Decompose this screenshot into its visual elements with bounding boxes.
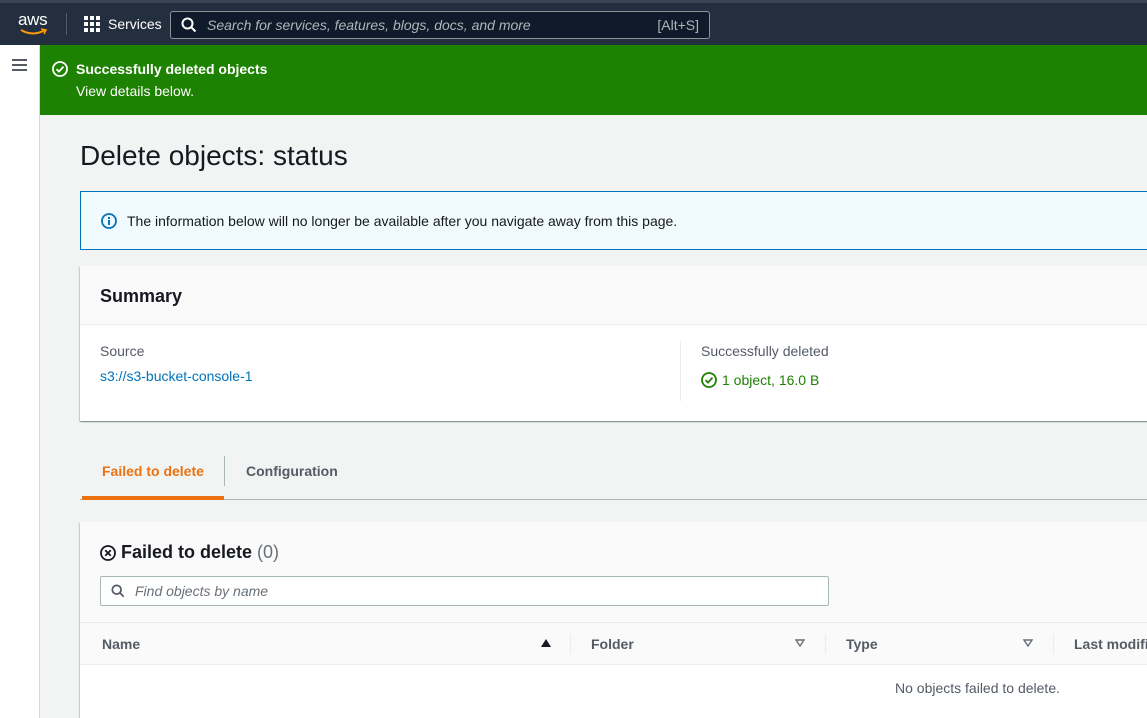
column-divider	[680, 341, 681, 401]
search-icon	[111, 584, 125, 598]
info-icon	[101, 213, 117, 229]
page-title: Delete objects: status	[80, 140, 348, 172]
error-x-circle-icon	[100, 545, 116, 561]
summary-container: Summary Source s3://s3-bucket-console-1 …	[80, 266, 1147, 421]
column-name[interactable]: Name	[102, 636, 140, 652]
sort-ascending-icon[interactable]	[541, 639, 551, 647]
source-label: Source	[100, 343, 253, 359]
top-navigation: aws Services [Alt+S]	[0, 0, 1147, 45]
success-flash-banner: Successfully deleted objects View detail…	[40, 45, 1147, 115]
source-column: Source s3://s3-bucket-console-1	[100, 343, 253, 384]
aws-logo[interactable]: aws	[18, 10, 50, 38]
global-search[interactable]: [Alt+S]	[170, 11, 710, 39]
tab-configuration[interactable]: Configuration	[226, 452, 358, 500]
table-count: (0)	[257, 542, 279, 563]
aws-logo-text: aws	[18, 10, 47, 30]
global-search-input[interactable]	[207, 17, 657, 33]
sort-icon[interactable]	[1023, 639, 1033, 647]
nav-divider	[66, 13, 67, 35]
table-column-header: Name Folder Type Last modifi	[80, 622, 1147, 665]
column-separator	[570, 634, 571, 654]
check-circle-icon	[52, 61, 68, 77]
tab-bar: Failed to delete Configuration	[80, 452, 1147, 500]
aws-smile-icon	[20, 28, 47, 36]
sort-icon[interactable]	[795, 639, 805, 647]
empty-state-message: No objects failed to delete.	[895, 680, 1060, 696]
services-label: Services	[108, 16, 162, 32]
info-alert: The information below will no longer be …	[80, 191, 1147, 250]
column-folder[interactable]: Folder	[591, 636, 634, 652]
left-rail	[0, 45, 40, 718]
source-bucket-link[interactable]: s3://s3-bucket-console-1	[100, 368, 253, 384]
success-check-icon	[701, 372, 717, 388]
column-separator	[825, 634, 826, 654]
table-title-text: Failed to delete	[121, 542, 252, 563]
deleted-status: 1 object, 16.0 B	[701, 372, 829, 388]
info-alert-text: The information below will no longer be …	[127, 213, 677, 229]
summary-header: Summary	[80, 266, 1147, 325]
object-filter-input[interactable]	[135, 583, 828, 599]
deleted-column: Successfully deleted 1 object, 16.0 B	[701, 343, 829, 388]
column-separator	[1053, 634, 1054, 654]
column-last-modified[interactable]: Last modifi	[1074, 636, 1147, 652]
deleted-value: 1 object, 16.0 B	[722, 372, 819, 388]
flash-title: Successfully deleted objects	[76, 61, 267, 77]
object-filter[interactable]	[100, 576, 829, 606]
deleted-label: Successfully deleted	[701, 343, 829, 359]
table-title: Failed to delete (0)	[100, 542, 279, 563]
tab-separator	[224, 456, 225, 486]
menu-icon[interactable]	[12, 59, 27, 71]
flash-message: View details below.	[76, 83, 194, 99]
services-grid-icon	[84, 16, 100, 32]
search-shortcut-hint: [Alt+S]	[657, 17, 699, 33]
services-menu-button[interactable]: Services	[84, 13, 162, 35]
search-icon	[181, 17, 197, 33]
failed-to-delete-table: Failed to delete (0) Name Folder Type La…	[80, 522, 1147, 718]
column-type[interactable]: Type	[846, 636, 878, 652]
tab-failed-to-delete[interactable]: Failed to delete	[82, 452, 224, 500]
table-header-area: Failed to delete (0)	[80, 522, 1147, 622]
